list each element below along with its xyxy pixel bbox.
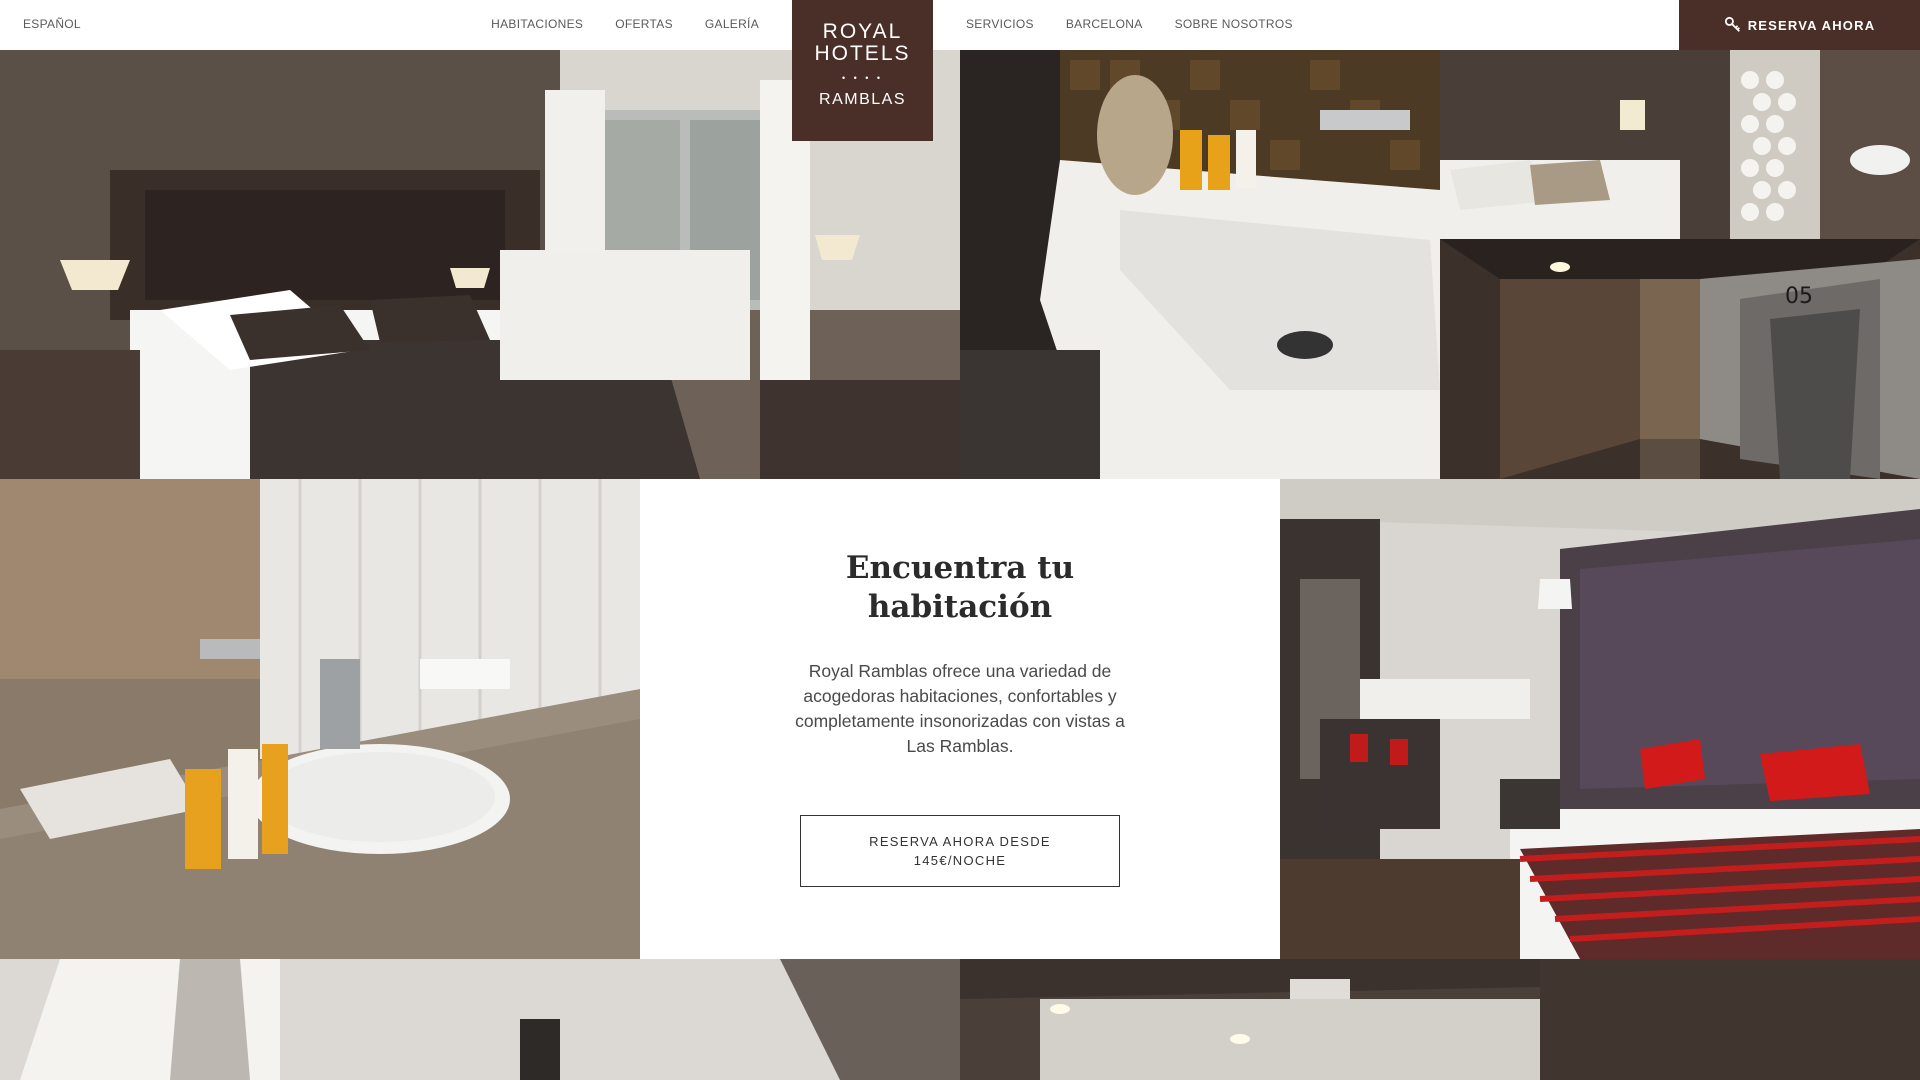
intro-title: Encuentra tu habitación: [845, 550, 1075, 625]
reserva-ahora-label: RESERVA AHORA: [1747, 17, 1876, 33]
photo-bottom-right: [960, 959, 1920, 1080]
key-icon: [1724, 16, 1740, 32]
reserva-desde-button[interactable]: RESERVA AHORA DESDE 145€/NOCHE: [800, 815, 1120, 887]
photo-bathroom-sink: [960, 50, 1440, 479]
intro-description: Royal Ramblas ofrece una variedad de aco…: [795, 661, 1125, 756]
corridor-room-number: 05: [1785, 284, 1813, 309]
photo-room-red: [1280, 479, 1920, 959]
intro-section: Encuentra tu habitación Royal Ramblas of…: [640, 479, 1280, 959]
nav-item-habitaciones[interactable]: HABITACIONES: [491, 17, 583, 31]
site-logo[interactable]: ROYAL HOTELS • • • • RAMBLAS: [792, 0, 933, 141]
language-selector[interactable]: ESPAÑOL: [23, 17, 81, 31]
nav-item-barcelona[interactable]: BARCELONA: [1066, 17, 1143, 31]
nav-item-galeria[interactable]: GALERÍA: [705, 17, 759, 31]
reserva-ahora-button[interactable]: RESERVA AHORA: [1679, 0, 1920, 50]
main-nav-left: HABITACIONES OFERTAS GALERÍA: [491, 17, 759, 31]
photo-sink-amenities: [0, 479, 640, 959]
logo-line-hotels: HOTELS: [814, 42, 911, 65]
nav-item-servicios[interactable]: SERVICIOS: [966, 17, 1034, 31]
nav-item-ofertas[interactable]: OFERTAS: [615, 17, 673, 31]
reserva-desde-label: RESERVA AHORA DESDE: [869, 834, 1051, 849]
logo-dots: • • • •: [841, 73, 884, 83]
photo-corridor: 05: [1440, 239, 1920, 479]
logo-line-royal: ROYAL: [822, 20, 903, 43]
photo-bottom-left: [0, 959, 960, 1080]
reserva-desde-price: 145€/NOCHE: [913, 853, 1007, 868]
photo-room-small: [1440, 50, 1920, 239]
main-nav-right: SERVICIOS BARCELONA SOBRE NOSOTROS: [966, 17, 1293, 31]
logo-line-ramblas: RAMBLAS: [819, 91, 906, 108]
site-header: ESPAÑOL HABITACIONES OFERTAS GALERÍA SER…: [0, 0, 1920, 50]
nav-item-sobre-nosotros[interactable]: SOBRE NOSOTROS: [1175, 17, 1293, 31]
